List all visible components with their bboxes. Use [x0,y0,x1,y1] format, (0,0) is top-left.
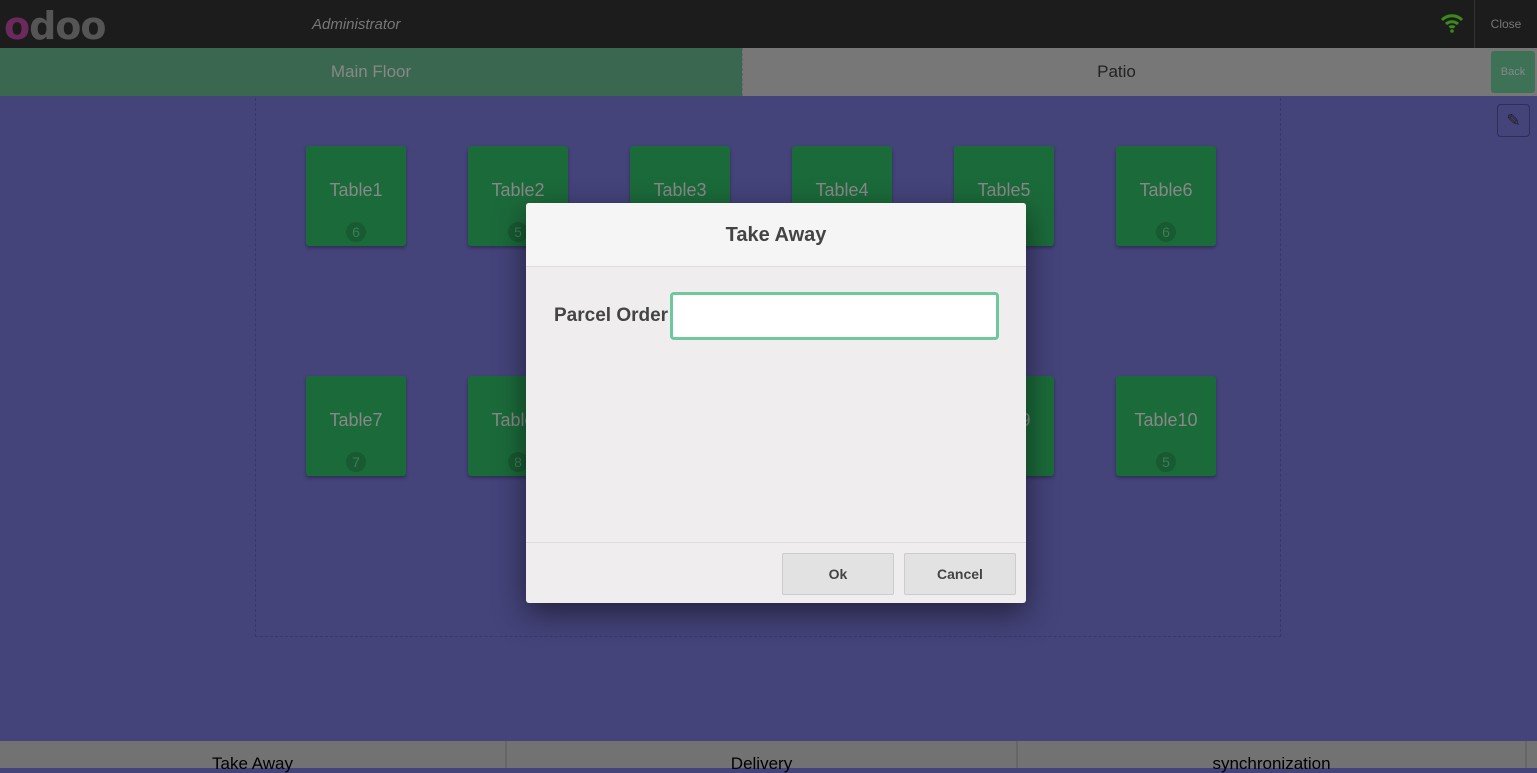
edit-floor-button[interactable]: ✎ [1497,104,1530,137]
table-name: Table7 [329,410,383,430]
user-name: Administrator [312,16,401,33]
table-name: Table1 [329,180,383,200]
table-name: Table3 [653,180,707,200]
table-10[interactable]: Table10 5 [1116,376,1216,476]
table-seat-count: 5 [1156,452,1176,472]
table-1[interactable]: Table1 6 [306,146,406,246]
table-name: Table4 [815,180,869,200]
table-name: Table6 [1139,180,1193,200]
delivery-button[interactable]: Delivery [507,741,1018,773]
table-name: Table2 [491,180,545,200]
close-button[interactable]: Close [1474,0,1537,48]
odoo-logo: odoo [4,4,107,48]
synchronization-button[interactable]: synchronization [1018,741,1527,773]
floor-tab-patio[interactable]: Patio [742,48,1490,96]
table-name: Table5 [977,180,1031,200]
dialog-title: Take Away [526,203,1026,267]
table-seat-count: 7 [346,452,366,472]
back-button[interactable]: Back [1491,51,1535,93]
parcel-order-input[interactable] [670,292,999,340]
dialog-footer-divider [526,542,1026,543]
table-seat-count: 8 [508,452,528,472]
parcel-order-label: Parcel Order [554,305,669,326]
pencil-icon: ✎ [1506,111,1521,130]
table-seat-count: 6 [1156,222,1176,242]
wifi-icon [1440,14,1464,33]
take-away-dialog: Take Away Parcel Order Ok Cancel [526,203,1026,603]
table-seat-count: 6 [346,222,366,242]
top-bar: odoo Administrator Close [0,0,1537,48]
table-6[interactable]: Table6 6 [1116,146,1216,246]
floor-selector: Main Floor Patio [0,48,1537,96]
take-away-button[interactable]: Take Away [0,741,507,773]
table-seat-count: 5 [508,222,528,242]
table-7[interactable]: Table7 7 [306,376,406,476]
floor-tab-main-floor[interactable]: Main Floor [0,48,742,96]
table-name: Table10 [1134,410,1198,430]
cancel-button[interactable]: Cancel [904,553,1016,595]
ok-button[interactable]: Ok [782,553,894,595]
bottom-bar: Take Away Delivery synchronization [0,741,1537,773]
